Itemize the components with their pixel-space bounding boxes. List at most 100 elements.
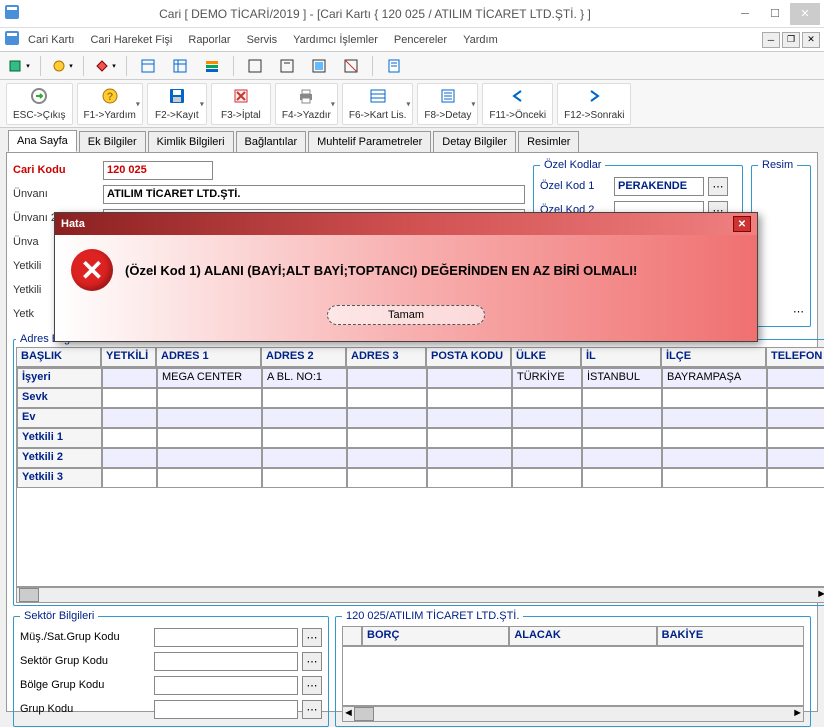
tab-resimler[interactable]: Resimler [518, 131, 579, 152]
cell-yetkili[interactable] [102, 468, 157, 488]
cell-ulke[interactable] [512, 428, 582, 448]
cell-adres3[interactable] [347, 448, 427, 468]
cell-yetkili[interactable] [102, 368, 157, 388]
cell-tel[interactable] [767, 468, 824, 488]
lookup-ozel-kod-1[interactable]: ⋯ [708, 177, 728, 196]
col-baslik[interactable]: BAŞLIK [16, 347, 101, 367]
tb1-btn-2[interactable]: ▾ [49, 55, 75, 77]
sektor-lookup-button[interactable]: ⋯ [302, 676, 322, 695]
cell-ilce[interactable] [662, 428, 767, 448]
cell-adres3[interactable] [347, 368, 427, 388]
cell-ilce[interactable] [662, 448, 767, 468]
input-unvani[interactable] [103, 185, 525, 204]
tab-kimlik-bilgileri[interactable]: Kimlik Bilgileri [148, 131, 234, 152]
cell-adres1[interactable] [157, 388, 262, 408]
sektor-lookup-button[interactable]: ⋯ [302, 652, 322, 671]
input-ozel-kod-1[interactable] [614, 177, 704, 196]
col-yetkili[interactable]: YETKİLİ [101, 347, 156, 367]
table-row[interactable]: Yetkili 1 [17, 428, 824, 448]
sektor-input[interactable] [154, 628, 298, 647]
tb1-btn-11[interactable] [381, 55, 407, 77]
bal-col-borc[interactable]: BORÇ [362, 626, 509, 646]
cell-posta[interactable] [427, 368, 512, 388]
col-adres3[interactable]: ADRES 3 [346, 347, 426, 367]
cell-adres2[interactable] [262, 428, 347, 448]
tb1-btn-1[interactable]: ▾ [6, 55, 32, 77]
cell-adres1[interactable] [157, 448, 262, 468]
tb1-btn-9[interactable] [306, 55, 332, 77]
cell-adres2[interactable] [262, 468, 347, 488]
table-row[interactable]: Yetkili 3 [17, 468, 824, 488]
sektor-input[interactable] [154, 676, 298, 695]
cell-ulke[interactable] [512, 468, 582, 488]
cell-adres2[interactable]: A BL. NO:1 [262, 368, 347, 388]
menu-cari-karti[interactable]: Cari Kartı [20, 31, 82, 49]
sektor-lookup-button[interactable]: ⋯ [302, 700, 322, 719]
btn-f8-detay[interactable]: F8->Detay ▾ [417, 83, 478, 125]
tb1-btn-6[interactable] [199, 55, 225, 77]
cell-tel[interactable] [767, 368, 824, 388]
cell-ulke[interactable] [512, 408, 582, 428]
error-dialog-titlebar[interactable]: Hata ✕ [55, 213, 757, 235]
lookup-resim[interactable]: ⋯ [793, 305, 804, 318]
cell-ilce[interactable] [662, 388, 767, 408]
cell-yetkili[interactable] [102, 408, 157, 428]
cell-adres3[interactable] [347, 468, 427, 488]
tab-muhtelif-parametreler[interactable]: Muhtelif Parametreler [308, 131, 431, 152]
col-ilce[interactable]: İLÇE [661, 347, 766, 367]
tab-detay-bilgiler[interactable]: Detay Bilgiler [433, 131, 516, 152]
cell-yetkili[interactable] [102, 388, 157, 408]
cell-adres3[interactable] [347, 428, 427, 448]
menu-yardim[interactable]: Yardım [455, 31, 506, 49]
menu-raporlar[interactable]: Raporlar [180, 31, 238, 49]
col-il[interactable]: İL [581, 347, 661, 367]
cell-ulke[interactable] [512, 448, 582, 468]
error-ok-button[interactable]: Tamam [327, 305, 485, 325]
mdi-minimize-button[interactable]: ─ [762, 32, 780, 48]
table-row[interactable]: İşyeriMEGA CENTERA BL. NO:1TÜRKİYEİSTANB… [17, 368, 824, 388]
cell-adres2[interactable] [262, 388, 347, 408]
cell-ulke[interactable] [512, 388, 582, 408]
error-dialog-close-button[interactable]: ✕ [733, 216, 751, 232]
sektor-input[interactable] [154, 652, 298, 671]
cell-posta[interactable] [427, 428, 512, 448]
balance-hscroll[interactable]: ◄► [342, 706, 804, 722]
tab-ek-bilgiler[interactable]: Ek Bilgiler [79, 131, 146, 152]
menu-yardimci-islemler[interactable]: Yardımcı İşlemler [285, 31, 386, 49]
cell-adres1[interactable] [157, 408, 262, 428]
btn-esc-cikis[interactable]: ESC->Çıkış [6, 83, 73, 125]
btn-f12-sonraki[interactable]: F12->Sonraki [557, 83, 631, 125]
btn-f1-yardim[interactable]: ? F1->Yardım ▾ [77, 83, 143, 125]
menu-cari-hareket-fisi[interactable]: Cari Hareket Fişi [82, 31, 180, 49]
tb1-btn-8[interactable] [274, 55, 300, 77]
tb1-btn-7[interactable] [242, 55, 268, 77]
cell-il[interactable] [582, 428, 662, 448]
cell-il[interactable] [582, 408, 662, 428]
menu-servis[interactable]: Servis [239, 31, 286, 49]
col-adres1[interactable]: ADRES 1 [156, 347, 261, 367]
cell-ilce[interactable] [662, 408, 767, 428]
bal-col-bakiye[interactable]: BAKİYE [657, 626, 804, 646]
btn-f3-iptal[interactable]: F3->İptal [211, 83, 271, 125]
bal-col-alacak[interactable]: ALACAK [509, 626, 656, 646]
col-adres2[interactable]: ADRES 2 [261, 347, 346, 367]
cell-yetkili[interactable] [102, 428, 157, 448]
cell-posta[interactable] [427, 448, 512, 468]
cell-posta[interactable] [427, 388, 512, 408]
col-posta[interactable]: POSTA KODU [426, 347, 511, 367]
adres-hscroll[interactable]: ◄► [16, 587, 824, 603]
cell-il[interactable] [582, 388, 662, 408]
cell-ulke[interactable]: TÜRKİYE [512, 368, 582, 388]
close-button[interactable]: ✕ [790, 3, 820, 25]
tab-baglantilar[interactable]: Bağlantılar [236, 131, 307, 152]
btn-f4-yazdir[interactable]: F4->Yazdır ▾ [275, 83, 338, 125]
cell-tel[interactable] [767, 448, 824, 468]
cell-posta[interactable] [427, 408, 512, 428]
cell-ilce[interactable]: BAYRAMPAŞA [662, 368, 767, 388]
sektor-input[interactable] [154, 700, 298, 719]
btn-f6-kart-lis[interactable]: F6->Kart Lis. ▾ [342, 83, 414, 125]
cell-adres1[interactable] [157, 428, 262, 448]
col-ulke[interactable]: ÜLKE [511, 347, 581, 367]
table-row[interactable]: Sevk [17, 388, 824, 408]
cell-tel[interactable] [767, 388, 824, 408]
